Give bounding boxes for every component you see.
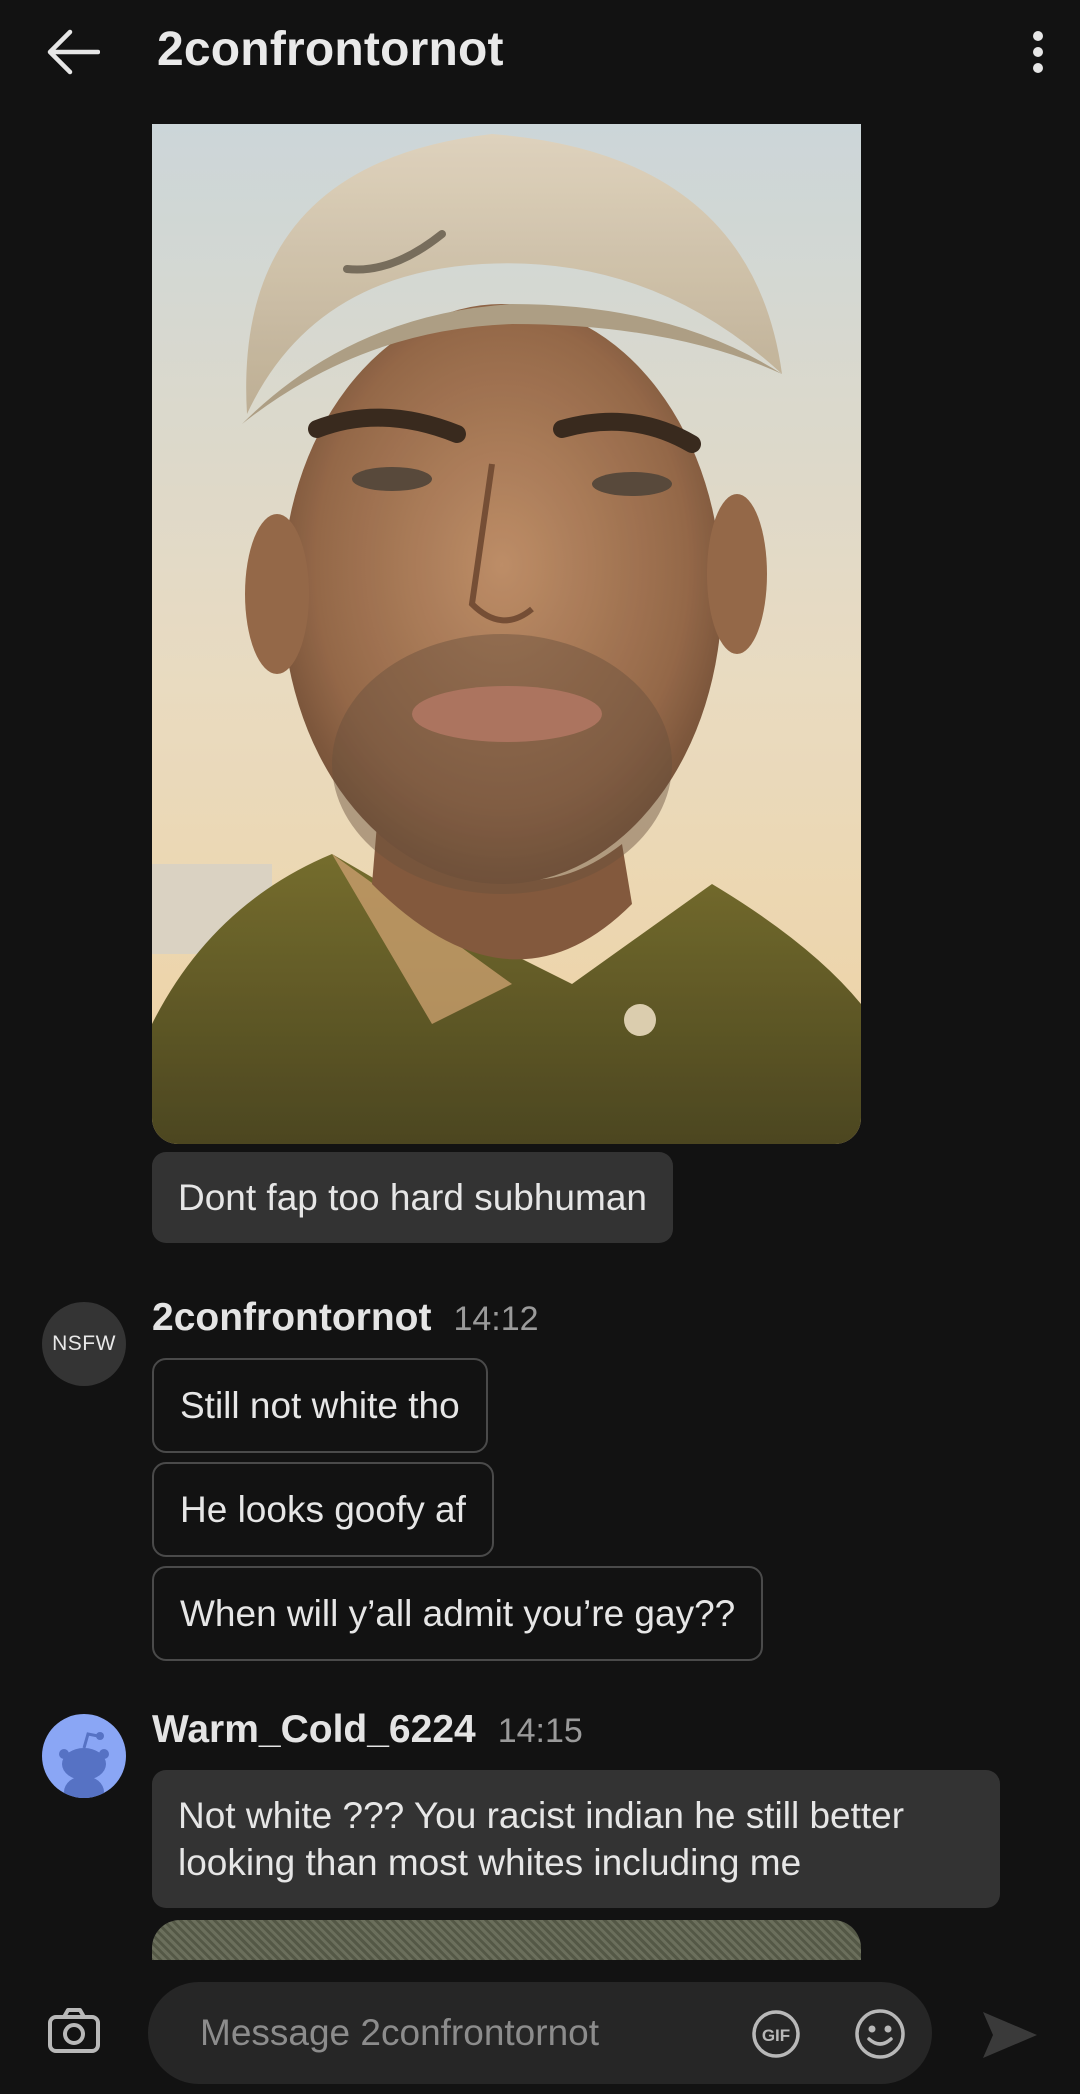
- back-button[interactable]: [40, 22, 104, 82]
- message-text: When will y’all admit you’re gay??: [180, 1593, 736, 1634]
- message-meta: 2confrontornot 14:12: [152, 1296, 539, 1340]
- gif-button[interactable]: GIF: [748, 2008, 804, 2060]
- camera-button[interactable]: [40, 2000, 108, 2062]
- message-bubble[interactable]: He looks goofy af: [152, 1462, 494, 1557]
- message-time: 14:15: [497, 1712, 583, 1750]
- avatar[interactable]: NSFW: [42, 1302, 126, 1386]
- avatar[interactable]: [42, 1714, 126, 1798]
- chat-screen: 2confrontornot Dont fap too hard subhuma…: [0, 0, 1080, 2094]
- message-composer: GIF: [0, 1960, 1080, 2094]
- message-text: He looks goofy af: [180, 1489, 466, 1530]
- selfie-photo[interactable]: [152, 124, 861, 1144]
- more-options-button[interactable]: [1008, 22, 1068, 82]
- message-input[interactable]: [148, 1982, 932, 2084]
- chat-header: 2confrontornot: [0, 0, 1080, 108]
- message-time: 14:12: [453, 1300, 539, 1338]
- message-bubble[interactable]: Dont fap too hard subhuman: [152, 1152, 673, 1243]
- message-bubble[interactable]: Still not white tho: [152, 1358, 488, 1453]
- arrow-left-icon: [47, 29, 100, 75]
- message-meta: Warm_Cold_6224 14:15: [152, 1708, 583, 1752]
- message-text: Dont fap too hard subhuman: [178, 1177, 647, 1218]
- message-bubble[interactable]: Not white ??? You racist indian he still…: [152, 1770, 1000, 1908]
- emoji-button[interactable]: [852, 2006, 908, 2062]
- send-icon: [983, 2012, 1037, 2058]
- message-text: Still not white tho: [180, 1385, 460, 1426]
- send-button[interactable]: [976, 2004, 1042, 2066]
- image-message-preview[interactable]: [152, 1920, 861, 1960]
- smiley-icon: [855, 2009, 905, 2059]
- snoo-avatar-icon: [59, 1732, 109, 1798]
- sender-name[interactable]: Warm_Cold_6224: [152, 1708, 476, 1752]
- sender-name[interactable]: 2confrontornot: [152, 1296, 431, 1340]
- message-bubble[interactable]: When will y’all admit you’re gay??: [152, 1566, 764, 1661]
- message-text-line: looking than most whites including me: [178, 1842, 802, 1883]
- gif-label: GIF: [762, 2026, 790, 2045]
- gif-icon: GIF: [752, 2010, 800, 2058]
- nsfw-avatar-label: NSFW: [52, 1332, 116, 1355]
- message-text-line: Not white ??? You racist indian he still…: [178, 1795, 905, 1836]
- message-list[interactable]: Dont fap too hard subhuman NSFW 2confron…: [0, 124, 1080, 1960]
- chat-title: 2confrontornot: [157, 23, 504, 76]
- more-vertical-icon: [1033, 31, 1043, 73]
- camera-icon: [48, 2008, 100, 2053]
